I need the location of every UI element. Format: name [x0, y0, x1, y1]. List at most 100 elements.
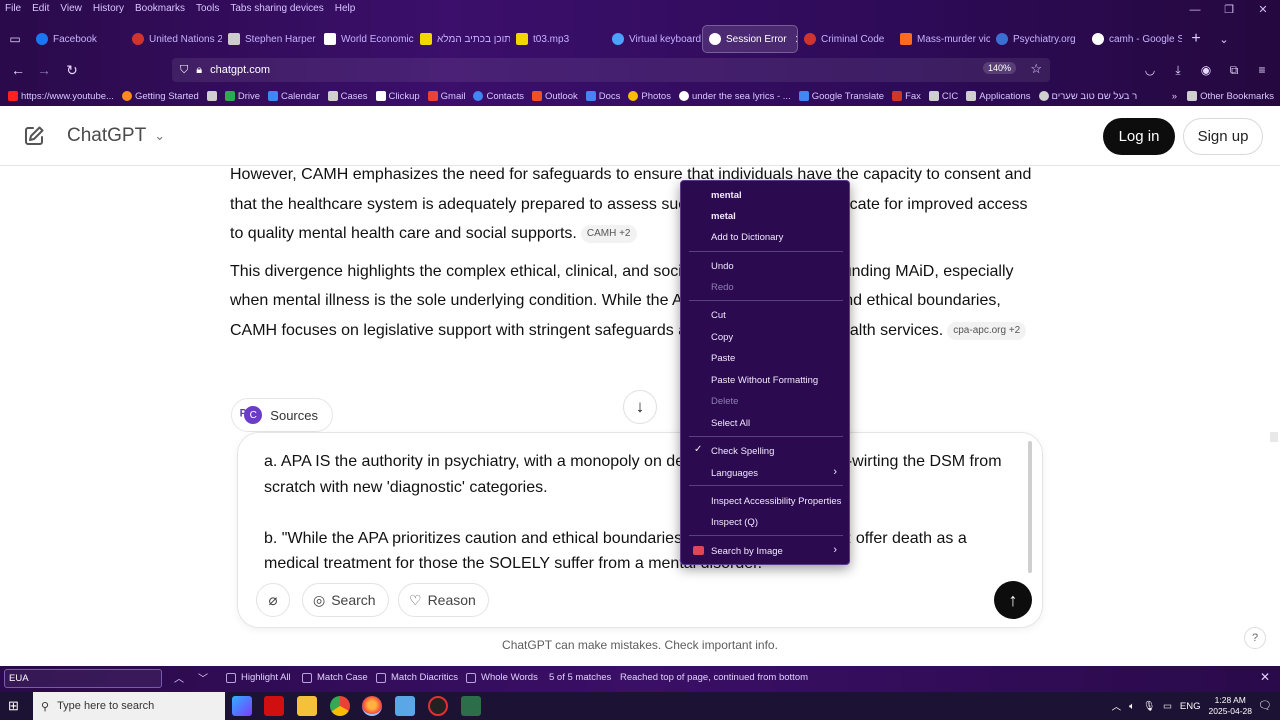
- bookmark-fax[interactable]: Fax: [892, 91, 921, 102]
- copilot-icon[interactable]: [232, 696, 252, 716]
- paste-item[interactable]: Paste: [681, 348, 851, 368]
- tab-stephen-harper[interactable]: Stephen Harper: [222, 25, 318, 53]
- login-button[interactable]: Log in: [1103, 118, 1175, 155]
- send-button[interactable]: ↑: [994, 581, 1032, 619]
- acrobat-icon[interactable]: [264, 696, 284, 716]
- taskbar-search[interactable]: ⚲ Type here to search: [33, 692, 225, 720]
- tab-t03-mp3[interactable]: t03.mp3: [510, 25, 606, 53]
- bookmark-youtube[interactable]: https://www.youtube...: [8, 91, 114, 102]
- search-by-image-item[interactable]: Search by Image ›: [681, 541, 851, 561]
- pocket-icon[interactable]: ◡: [1140, 63, 1160, 77]
- new-tab-icon[interactable]: +: [1182, 30, 1210, 48]
- model-selector[interactable]: ChatGPT ⌄: [67, 125, 165, 147]
- menu-file[interactable]: File: [5, 3, 21, 14]
- delete-item[interactable]: Delete: [681, 391, 851, 411]
- recorder-icon[interactable]: [428, 696, 448, 716]
- notepad-icon[interactable]: [395, 696, 415, 716]
- tab-hebrew[interactable]: תוכן בכתיב המלא: [414, 25, 510, 53]
- tab-psychiatry[interactable]: Psychiatry.org: [990, 25, 1086, 53]
- shield-icon[interactable]: ⛉: [180, 64, 188, 77]
- citation-chip[interactable]: cpa-apc.org +2: [947, 321, 1027, 340]
- new-chat-icon[interactable]: [22, 124, 46, 148]
- url-bar[interactable]: ⛉ 🔒︎ chatgpt.com 140% ☆: [172, 58, 1050, 82]
- volume-icon[interactable]: 🔈︎: [1129, 701, 1135, 712]
- scroll-down-button[interactable]: ↓: [623, 390, 657, 424]
- bookmark-contacts[interactable]: Contacts: [473, 91, 524, 102]
- menu-bookmarks[interactable]: Bookmarks: [135, 3, 185, 14]
- menu-view[interactable]: View: [60, 3, 82, 14]
- bookmark-cic[interactable]: CIC: [928, 91, 958, 102]
- spelling-suggestion-mental[interactable]: mental: [681, 185, 851, 205]
- menu-tabs-sharing[interactable]: Tabs sharing devices: [230, 3, 323, 14]
- back-icon[interactable]: ←: [4, 62, 32, 78]
- bookmark-clickup[interactable]: Clickup: [375, 91, 420, 102]
- forward-icon[interactable]: →: [30, 62, 58, 78]
- tray-overflow-icon[interactable]: ︿: [1112, 699, 1122, 713]
- zoom-level[interactable]: 140%: [982, 62, 1016, 74]
- menu-edit[interactable]: Edit: [32, 3, 49, 14]
- inspect-accessibility-item[interactable]: Inspect Accessibility Properties: [681, 491, 851, 511]
- minimize-icon[interactable]: —: [1178, 0, 1212, 20]
- other-bookmarks[interactable]: Other Bookmarks: [1187, 91, 1274, 102]
- restore-icon[interactable]: ❐: [1212, 0, 1246, 20]
- bookmark-hebrew[interactable]: ר בעל שם טוב שערים: [1038, 91, 1137, 102]
- check-spelling-item[interactable]: ✓ Check Spelling: [681, 441, 851, 461]
- match-case-option[interactable]: Match Case: [302, 672, 368, 683]
- paste-without-formatting-item[interactable]: Paste Without Formatting: [681, 370, 851, 390]
- highlight-all-option[interactable]: Highlight All: [226, 672, 291, 683]
- match-diacritics-option[interactable]: Match Diacritics: [376, 672, 458, 683]
- bookmark-google-translate[interactable]: Google Translate: [798, 91, 884, 102]
- prompt-textarea[interactable]: a. APA IS the authority in psychiatry, w…: [264, 449, 1024, 577]
- tab-facebook[interactable]: Facebook: [30, 25, 126, 53]
- undo-item[interactable]: Undo: [681, 256, 851, 276]
- file-explorer-icon[interactable]: [297, 696, 317, 716]
- bookmark-outlook[interactable]: Outlook: [531, 91, 578, 102]
- microphone-icon[interactable]: 🎙︎: [1143, 701, 1155, 712]
- tab-united-nations[interactable]: United Nations 2: [126, 25, 222, 53]
- tab-mass-murder[interactable]: Mass-murder vic: [894, 25, 990, 53]
- inspect-item[interactable]: Inspect (Q): [681, 512, 851, 532]
- sources-button[interactable]: ᴾC Sources: [231, 398, 333, 432]
- bookmark-applications[interactable]: Applications: [966, 91, 1031, 102]
- firefox-icon[interactable]: [362, 696, 382, 716]
- bookmark-getting-started[interactable]: Getting Started: [121, 91, 199, 102]
- add-to-dictionary-item[interactable]: Add to Dictionary: [681, 227, 851, 247]
- reason-button[interactable]: ♡ Reason: [398, 583, 489, 617]
- bookmark-unlabeled[interactable]: [206, 91, 217, 101]
- bookmark-under-the-sea[interactable]: under the sea lyrics - ...: [678, 91, 791, 102]
- citation-chip[interactable]: CAMH +2: [580, 225, 637, 243]
- composer-scrollbar[interactable]: [1028, 441, 1032, 573]
- menu-icon[interactable]: ≡: [1252, 63, 1272, 77]
- clock[interactable]: 1:28 AM 2025-04-28: [1209, 695, 1252, 717]
- bookmark-docs[interactable]: Docs: [585, 91, 620, 102]
- bookmark-calendar[interactable]: Calendar: [268, 91, 320, 102]
- select-all-item[interactable]: Select All: [681, 413, 851, 433]
- copy-item[interactable]: Copy: [681, 327, 851, 347]
- menu-tools[interactable]: Tools: [196, 3, 219, 14]
- signup-button[interactable]: Sign up: [1183, 118, 1263, 155]
- spelling-suggestion-metal[interactable]: metal: [681, 206, 851, 226]
- reload-icon[interactable]: ↻: [58, 62, 86, 79]
- menu-help[interactable]: Help: [335, 3, 356, 14]
- bookmark-drive[interactable]: Drive: [224, 91, 260, 102]
- bookmark-photos[interactable]: Photos: [628, 91, 671, 102]
- tab-world-economic[interactable]: World Economic: [318, 25, 414, 53]
- search-button[interactable]: ◎ Search: [302, 583, 389, 617]
- tab-overflow-icon[interactable]: ⌄: [1210, 33, 1238, 46]
- download-icon[interactable]: ⤓: [1168, 63, 1188, 78]
- help-button[interactable]: ?: [1244, 627, 1266, 649]
- windows-start-icon[interactable]: ⊞: [8, 698, 19, 714]
- tab-list-icon[interactable]: ▭: [0, 32, 30, 46]
- close-window-icon[interactable]: ✕: [1246, 0, 1280, 20]
- whole-words-option[interactable]: Whole Words: [466, 672, 538, 683]
- extensions-icon[interactable]: ⧉: [1224, 63, 1244, 78]
- tab-criminal-code[interactable]: Criminal Code: [798, 25, 894, 53]
- tab-virtual-keyboard[interactable]: Virtual keyboard: [606, 25, 702, 53]
- account-icon[interactable]: ◉: [1196, 63, 1216, 77]
- tab-session-error[interactable]: Session Error✕: [702, 25, 798, 53]
- lock-icon[interactable]: 🔒︎: [196, 64, 202, 77]
- menu-history[interactable]: History: [93, 3, 124, 14]
- redo-item[interactable]: Redo: [681, 277, 851, 297]
- attach-button[interactable]: ⌀: [256, 583, 290, 617]
- close-find-icon[interactable]: ✕: [1260, 670, 1270, 684]
